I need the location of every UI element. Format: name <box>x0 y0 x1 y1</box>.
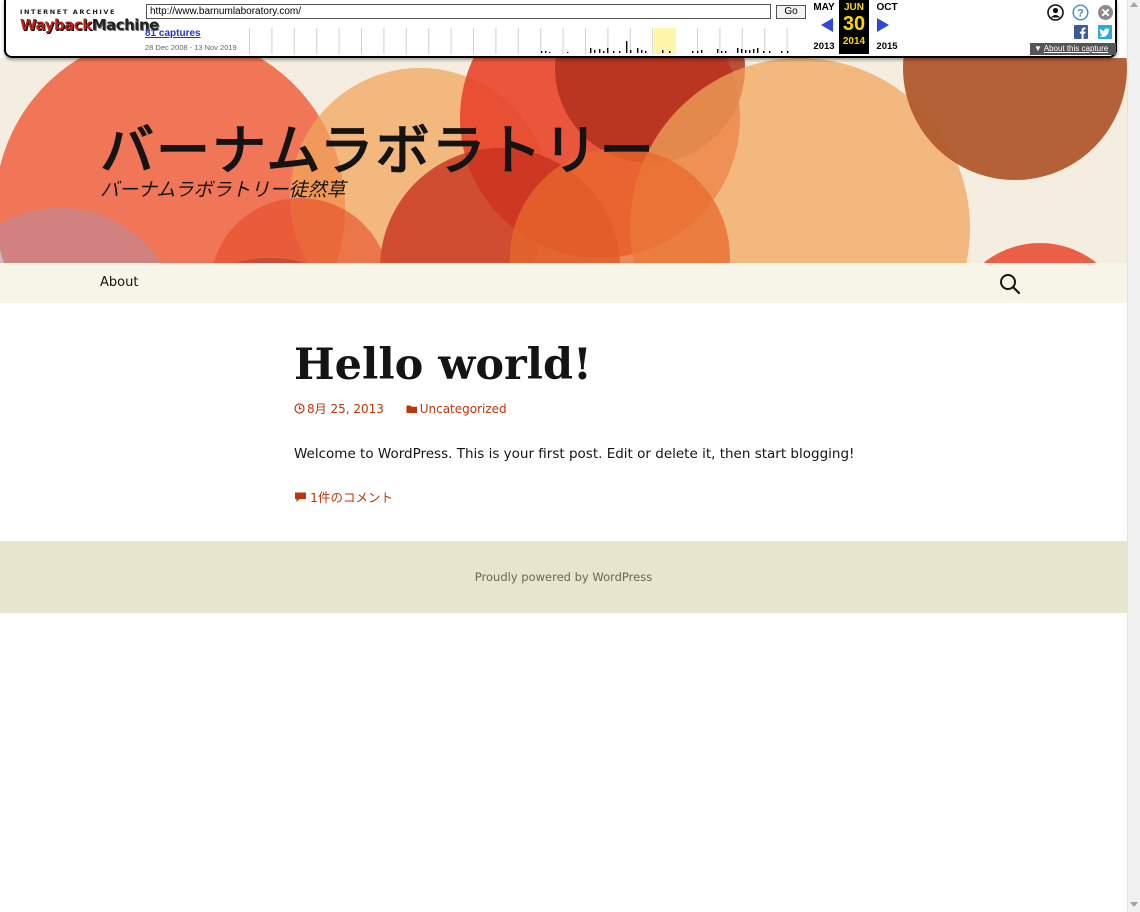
wayback-logo-main-a: Wayback <box>20 16 92 34</box>
sparkline-capture-bar <box>607 48 609 53</box>
wayback-cur-day: 30 <box>842 13 866 35</box>
svg-text:?: ? <box>1077 8 1084 20</box>
wayback-toolbar: INTERNET ARCHIVE WaybackMachine http://w… <box>4 0 1117 58</box>
sparkline-capture-bar <box>630 50 632 53</box>
wayback-about-capture-link[interactable]: ▼ About this capture <box>1030 43 1116 55</box>
sparkline-capture-bar <box>641 50 643 53</box>
sparkline-capture-bar <box>763 51 765 53</box>
sparkline-capture-bar <box>745 50 747 53</box>
wayback-next-year[interactable]: 2015 <box>872 41 902 52</box>
page-scrollbar[interactable] <box>1127 0 1140 912</box>
wayback-date-range: 28 Dec 2008 - 13 Nov 2019 <box>145 43 237 52</box>
folder-icon <box>406 405 417 413</box>
sparkline-capture-bar <box>701 50 703 53</box>
scroll-up-arrow-icon[interactable] <box>1130 2 1138 7</box>
wayback-next-month[interactable]: OCT <box>872 2 902 13</box>
sparkline-capture-bar <box>549 52 551 53</box>
sparkline-capture-bar <box>753 49 755 53</box>
site-description: バーナムラボラトリー徒然草 <box>100 179 346 201</box>
wayback-prev-arrow-icon[interactable] <box>821 18 833 32</box>
sparkline-capture-bar <box>590 48 592 53</box>
sparkline-capture-bar <box>769 51 771 53</box>
scroll-down-arrow-icon[interactable] <box>1130 902 1138 907</box>
post-meta: 8月 25, 2013 Uncategorized <box>294 400 507 417</box>
site-header[interactable]: バーナムラボラトリー バーナムラボラトリー徒然草 <box>0 58 1127 263</box>
sparkline-capture-bar <box>669 51 671 53</box>
post-comments-label: 1件のコメント <box>310 490 393 505</box>
close-icon[interactable] <box>1097 4 1114 21</box>
site-footer: Proudly powered by WordPress <box>0 541 1127 613</box>
page: INTERNET ARCHIVE WaybackMachine http://w… <box>0 0 1140 912</box>
user-icon[interactable] <box>1047 4 1064 21</box>
wayback-next-arrow-icon[interactable] <box>877 18 889 32</box>
wayback-logo-top: INTERNET ARCHIVE <box>20 8 117 16</box>
sparkline-capture-bar <box>737 48 739 53</box>
wayback-cur-year: 2014 <box>842 36 866 47</box>
sparkline-capture-bar <box>541 51 543 53</box>
sparkline-capture-bar <box>662 50 664 53</box>
sparkline-capture-bar <box>725 51 727 53</box>
sparkline-capture-bar <box>599 49 601 53</box>
wayback-capture-sparkline[interactable] <box>249 22 799 54</box>
sparkline-capture-bar <box>594 50 596 53</box>
clock-icon <box>294 403 305 414</box>
wayback-captures-link[interactable]: 81 captures <box>145 28 201 39</box>
sparkline-capture-bar <box>697 51 699 53</box>
sparkline-capture-bar <box>757 48 759 53</box>
facebook-icon[interactable] <box>1074 25 1088 39</box>
post-date: 8月 25, 2013 <box>307 402 384 416</box>
sparkline-capture-bar <box>787 51 789 53</box>
sparkline-capture-bar <box>741 49 743 53</box>
sparkline-capture-bar <box>567 52 569 53</box>
sparkline-capture-bar <box>692 51 694 53</box>
sparkline-capture-bar <box>619 51 621 53</box>
sparkline-capture-bar <box>545 51 547 53</box>
post-category-link[interactable]: Uncategorized <box>406 402 507 416</box>
main-navbar: About <box>0 263 1127 303</box>
search-icon[interactable] <box>999 273 1021 295</box>
sparkline-capture-bar <box>637 48 639 53</box>
twitter-icon[interactable] <box>1098 25 1112 39</box>
wayback-prev-year[interactable]: 2013 <box>809 41 839 52</box>
post-category: Uncategorized <box>419 402 507 416</box>
help-icon[interactable]: ? <box>1072 4 1089 21</box>
wayback-cur-month: JUN <box>843 2 864 13</box>
post-comments-link[interactable]: 1件のコメント <box>294 487 393 506</box>
comment-icon <box>295 492 306 502</box>
wayback-logo[interactable]: INTERNET ARCHIVE WaybackMachine <box>20 8 159 48</box>
sparkline-capture-bar <box>603 51 605 53</box>
post-body: Welcome to WordPress. This is your first… <box>294 446 855 462</box>
sparkline-capture-bar <box>717 49 719 53</box>
sparkline-capture-bar <box>645 51 647 53</box>
sparkline-capture-bar <box>721 51 723 53</box>
wayback-about-label: About this capture <box>1043 44 1109 53</box>
nav-item-about[interactable]: About <box>100 275 138 290</box>
sparkline-capture-bar <box>781 51 783 53</box>
post-date-link[interactable]: 8月 25, 2013 <box>294 400 384 417</box>
site-title[interactable]: バーナムラボラトリー <box>100 106 656 185</box>
post-title[interactable]: Hello world! <box>294 340 592 390</box>
sparkline-capture-bar <box>749 50 751 53</box>
wayback-url-input[interactable]: http://www.barnumlaboratory.com/ <box>146 4 771 19</box>
wayback-prev-month[interactable]: MAY <box>809 2 839 13</box>
wayback-current-date: JUN 30 2014 <box>839 0 869 54</box>
footer-credit-link[interactable]: Proudly powered by WordPress <box>0 570 1127 584</box>
wayback-go-button[interactable]: Go <box>776 5 806 19</box>
sparkline-capture-bar <box>613 51 615 53</box>
sparkline-capture-bar <box>626 41 628 53</box>
